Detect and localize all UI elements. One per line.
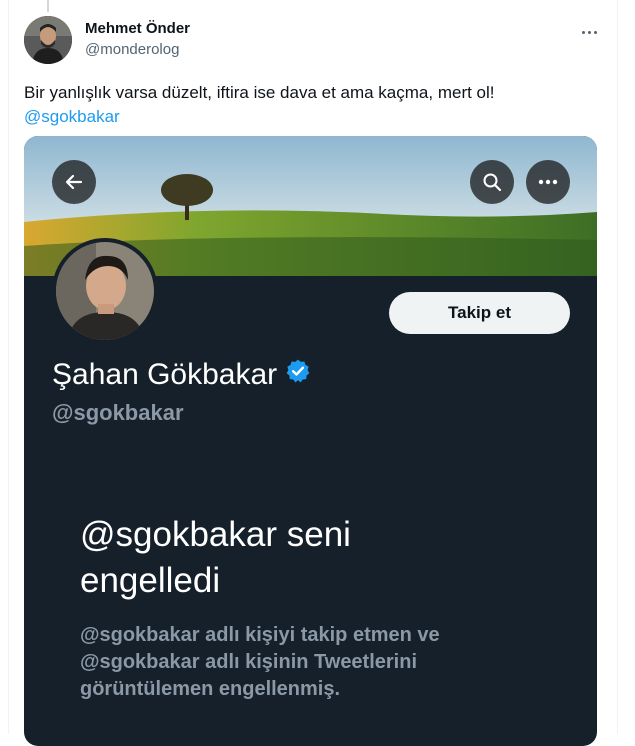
profile-name-row: Şahan Gökbakar [52,358,311,392]
profile-screenshot-card[interactable]: Takip et Şahan Gökbakar @sgokbakar @sgok… [24,136,597,746]
mention-link[interactable]: @sgokbakar [24,105,604,129]
back-button[interactable] [52,160,96,204]
profile-more-button[interactable] [526,160,570,204]
author-avatar[interactable] [24,16,72,64]
more-options-icon[interactable] [574,22,604,42]
tweet-body: Bir yanlışlık varsa düzelt, iftira ise d… [24,83,495,102]
blocked-description: @sgokbakar adlı kişiyi takip etmen ve @s… [80,624,440,700]
search-button[interactable] [470,160,514,204]
verified-badge-icon [285,358,311,392]
thread-line [47,0,49,12]
profile-handle: @sgokbakar [52,400,184,425]
author-handle[interactable]: @monderolog [85,41,179,58]
profile-avatar[interactable] [52,238,158,344]
search-icon [483,173,502,192]
tweet-text: Bir yanlışlık varsa düzelt, iftira ise d… [24,81,604,129]
more-horizontal-icon [538,179,558,185]
follow-button[interactable]: Takip et [389,292,570,334]
blocked-title: @sgokbakar seni engelledi [80,515,351,600]
author-name[interactable]: Mehmet Önder [85,20,190,37]
arrow-left-icon [65,174,83,190]
profile-name: Şahan Gökbakar [52,358,278,391]
